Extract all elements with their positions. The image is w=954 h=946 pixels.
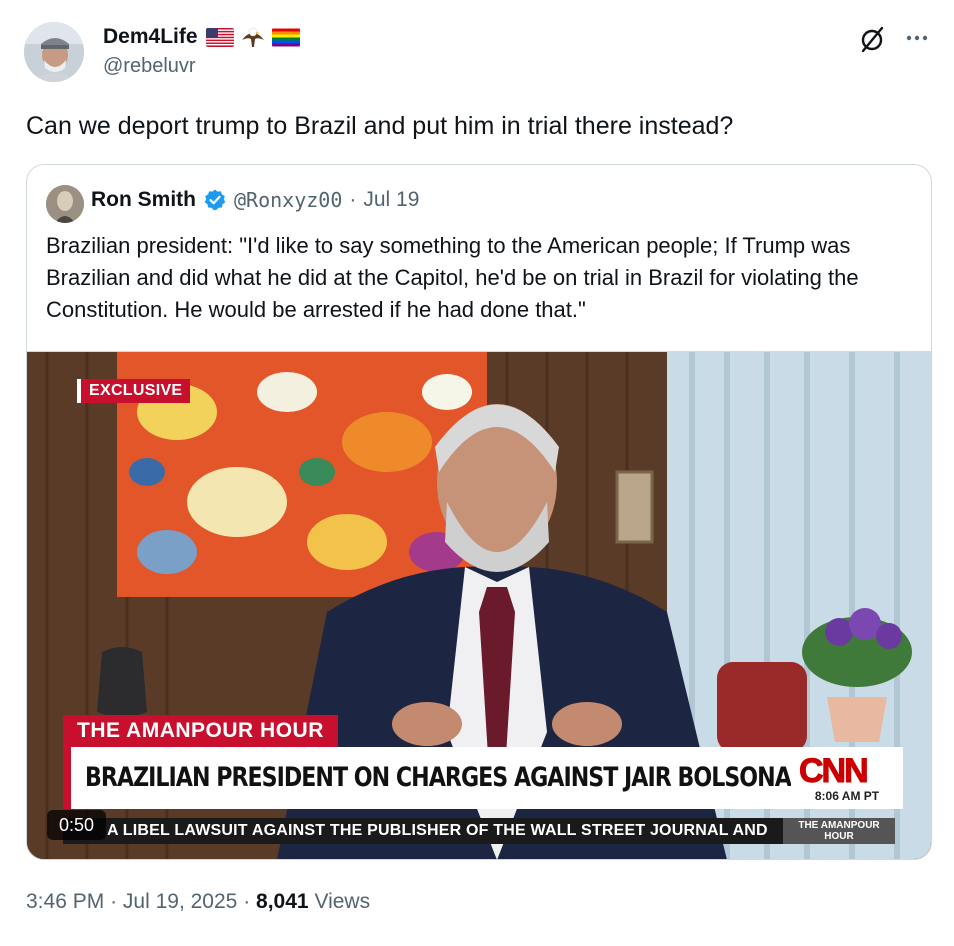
more-options-icon[interactable]	[902, 26, 932, 50]
headline-text: BRAZILIAN PRESIDENT ON CHARGES AGAINST J…	[85, 762, 826, 793]
author-block: Dem4Life @rebeluvr	[103, 24, 300, 78]
exclusive-label: EXCLUSIVE	[77, 379, 191, 403]
ticker-show-line2: HOUR	[824, 831, 854, 842]
eagle-icon	[240, 26, 266, 48]
quoted-tweet[interactable]: Ron Smith @Ronxyz00 · Jul 19 Brazilian p…	[26, 164, 932, 860]
cnn-logo: CNN	[799, 752, 870, 791]
author-name[interactable]: Dem4Life	[103, 25, 198, 49]
show-label: THE AMANPOUR HOUR	[63, 715, 338, 747]
quoted-author-handle[interactable]: @Ronxyz00	[234, 188, 342, 212]
quoted-text: Brazilian president: "I'd like to say so…	[46, 233, 859, 322]
us-flag-icon	[205, 27, 234, 47]
headline-bar: BRAZILIAN PRESIDENT ON CHARGES AGAINST J…	[63, 747, 826, 809]
meta-separator-2: ·	[243, 890, 251, 913]
video-duration: 0:50	[47, 810, 107, 840]
post-time[interactable]: 3:46 PM	[26, 890, 104, 913]
tweet: Dem4Life @rebeluvr Can we deport trump t…	[0, 0, 954, 946]
news-ticker: A LIBEL LAWSUIT AGAINST THE PUBLISHER OF…	[63, 818, 783, 844]
author-handle[interactable]: @rebeluvr	[103, 55, 300, 78]
video-player[interactable]: EXCLUSIVE THE AMANPOUR HOUR BRAZILIAN PR…	[27, 351, 931, 859]
author-avatar[interactable]	[24, 22, 84, 82]
rainbow-flag-icon	[271, 28, 300, 47]
tweet-text: Can we deport trump to Brazil and put hi…	[26, 112, 734, 140]
quoted-author-avatar[interactable]	[46, 185, 84, 223]
tweet-meta: 3:46 PM · Jul 19, 2025 · 8,041 Views	[26, 890, 370, 914]
author-name-row: Dem4Life	[103, 24, 300, 50]
quoted-author-name[interactable]: Ron Smith	[91, 188, 196, 212]
meta-separator: ·	[110, 890, 118, 913]
views-count[interactable]: 8,041	[256, 890, 309, 913]
ticker-show-logo: THE AMANPOUR HOUR	[783, 818, 895, 844]
cnn-bug: CNN 8:06 AM PT	[791, 747, 903, 809]
quoted-separator: ·	[349, 188, 357, 211]
verified-badge-icon	[203, 188, 227, 212]
grok-icon[interactable]	[858, 24, 888, 54]
author-badges	[205, 26, 300, 48]
quoted-header: Ron Smith @Ronxyz00 · Jul 19	[91, 188, 419, 212]
ticker-show-line1: THE AMANPOUR	[798, 820, 880, 831]
post-date[interactable]: Jul 19, 2025	[123, 890, 237, 913]
views-label: Views	[314, 890, 371, 913]
broadcast-time: 8:06 AM PT	[814, 789, 880, 803]
quoted-date[interactable]: Jul 19	[363, 188, 419, 212]
